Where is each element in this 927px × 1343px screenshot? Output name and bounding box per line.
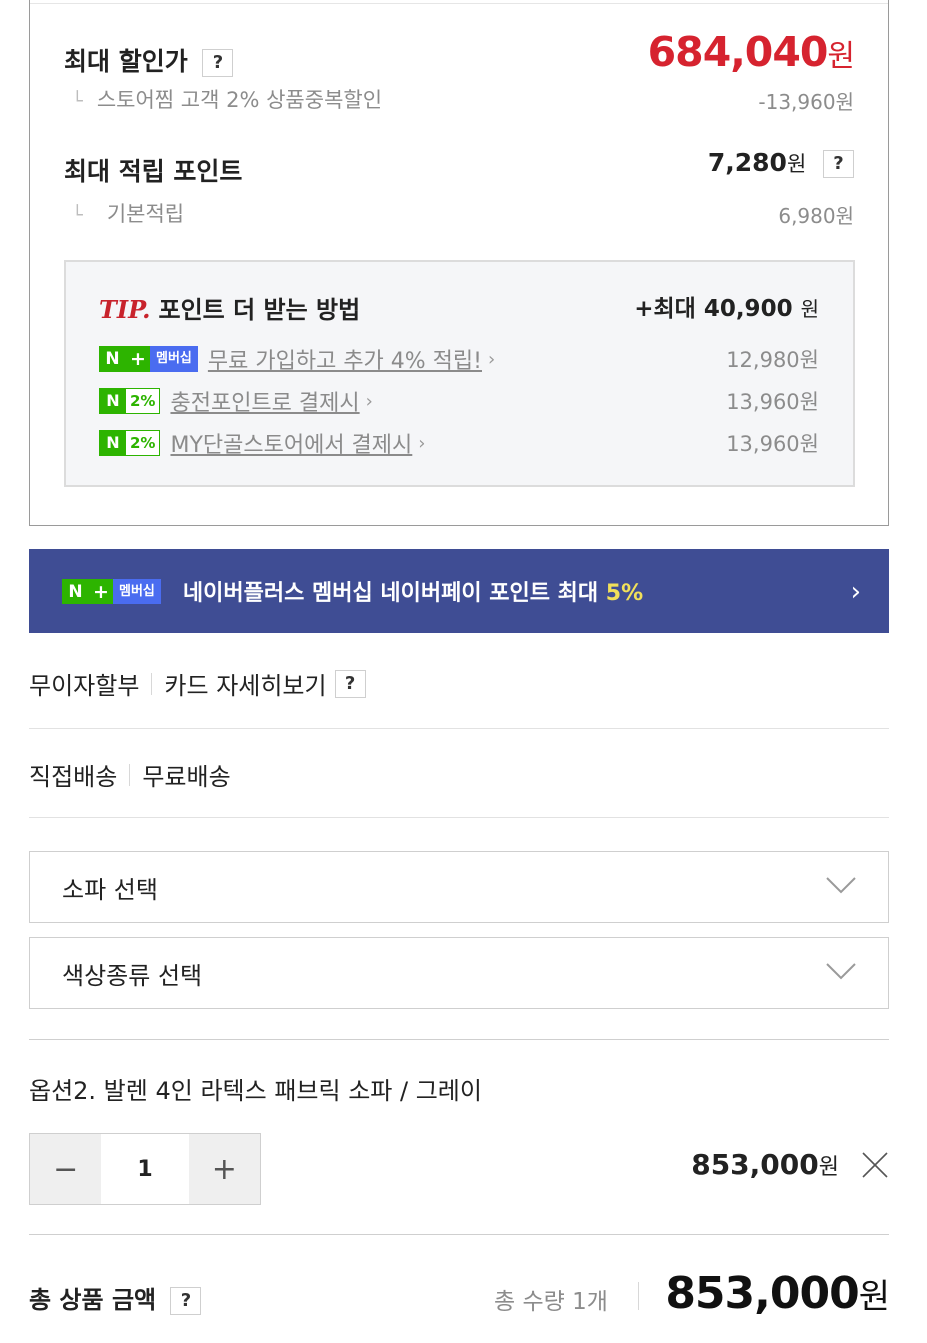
membership-label: 멤버십 [113, 578, 161, 604]
max-discount-label: 최대 할인가 [64, 47, 188, 76]
benefit-box: 최대 할인가 ? 684,040원 └ 스토어찜 고객 2% 상품중복할인 -13… [29, 0, 889, 526]
branch-icon: └ [72, 205, 83, 226]
npay-2pct-badge: N 2% [99, 388, 161, 414]
tip-item-charge-point: N 2% 충전포인트로 결제시 › 13,960원 [99, 386, 819, 416]
tip-box: TIP. 포인트 더 받는 방법 +최대 40,900 원 N + 멤버십 무료 가입… [64, 260, 855, 487]
chevron-down-icon [826, 877, 856, 894]
quantity-minus-button[interactable]: − [30, 1134, 102, 1204]
banner-message: 네이버플러스 멤버십 네이버페이 포인트 최대 [182, 581, 599, 606]
selected-option-price-value: 853,000 [691, 1148, 819, 1181]
installment-label: 무이자할부 [29, 672, 140, 700]
basic-point-label: 기본적립 [106, 202, 185, 226]
chevron-right-icon: › [365, 390, 373, 412]
remove-option-close-icon[interactable] [860, 1150, 890, 1180]
membership-signup-link[interactable]: 무료 가입하고 추가 4% 적립! [208, 343, 482, 375]
chevron-right-icon: › [488, 348, 496, 370]
shipping-row: 직접배송 무료배송 [29, 757, 889, 792]
total-label-text: 총 상품 금액 [29, 1286, 157, 1314]
quantity-stepper: − 1 + [29, 1133, 261, 1205]
divider [638, 1282, 639, 1310]
won-unit: 원 [800, 297, 819, 321]
badge-percent: 2% [126, 389, 160, 413]
tip-item-amount: 13,960원 [726, 432, 819, 456]
chevron-right-icon: › [850, 577, 861, 607]
membership-label: 멤버십 [150, 346, 198, 372]
membership-banner[interactable]: N + 멤버십 네이버플러스 멤버십 네이버페이 포인트 최대 5% › [29, 549, 889, 633]
shipping-fee: 무료배송 [142, 763, 231, 791]
discount-detail-row: └ 스토어찜 고객 2% 상품중복할인 [72, 84, 382, 114]
total-quantity: 총 수량 1개 [494, 1289, 608, 1315]
divider [129, 763, 131, 786]
payment-row: 무이자할부 카드 자세히보기 ? [29, 666, 889, 701]
sofa-select[interactable]: 소파 선택 [29, 851, 889, 923]
divider [29, 817, 889, 818]
tip-title-text: 포인트 더 받는 방법 [158, 296, 361, 324]
divider [29, 1234, 889, 1235]
badge-percent: 2% [126, 431, 160, 455]
card-detail-link[interactable]: 카드 자세히보기 [164, 666, 326, 701]
max-point-label: 최대 적립 포인트 [64, 157, 243, 186]
max-discount-price: 684,040원 [647, 28, 855, 76]
quantity-plus-button[interactable]: + [188, 1134, 260, 1204]
banner-highlight: 5% [605, 581, 644, 606]
selected-option-price: 853,000원 [691, 1148, 839, 1181]
total-price: 853,000원 [665, 1268, 890, 1319]
naver-n-icon: N [62, 578, 89, 604]
divider [29, 728, 889, 729]
shipping-method: 직접배송 [29, 763, 118, 791]
chevron-down-icon [826, 963, 856, 980]
total-help-button[interactable]: ? [170, 1287, 202, 1315]
card-help-button[interactable]: ? [334, 669, 366, 698]
tip-item-amount: 12,980원 [726, 348, 819, 372]
banner-text: 네이버플러스 멤버십 네이버페이 포인트 최대 5% [183, 575, 643, 607]
chevron-right-icon: › [418, 432, 426, 454]
tip-item-amount: 13,960원 [726, 390, 819, 414]
tip-title: TIP. 포인트 더 받는 방법 [99, 290, 360, 325]
my-store-link[interactable]: MY단골스토어에서 결제시 [170, 427, 412, 459]
max-point-number: 7,280 [707, 148, 787, 177]
naver-n-icon: N [100, 389, 126, 413]
color-select[interactable]: 색상종류 선택 [29, 937, 889, 1009]
total-price-value: 853,000 [665, 1268, 859, 1319]
won-unit: 원 [827, 39, 855, 74]
tip-item-membership: N + 멤버십 무료 가입하고 추가 4% 적립! › 12,980원 [99, 344, 819, 374]
divider [30, 3, 888, 4]
discount-detail-amount: -13,960원 [758, 90, 854, 114]
max-point-value: 7,280원 ? [708, 148, 854, 178]
divider [29, 1039, 889, 1040]
max-discount-help-button[interactable]: ? [202, 49, 234, 77]
total-price-label: 총 상품 금액 ? [29, 1280, 202, 1315]
basic-point-amount: 6,980원 [778, 204, 854, 228]
won-unit: 원 [786, 152, 807, 176]
max-discount-price-value: 684,040 [647, 28, 829, 76]
quantity-value[interactable]: 1 [101, 1134, 189, 1204]
npay-2pct-badge: N 2% [99, 430, 161, 456]
branch-icon: └ [72, 91, 83, 112]
tip-word: TIP. [99, 295, 151, 324]
selected-option-title: 옵션2. 발렌 4인 라텍스 패브릭 소파 / 그레이 [29, 1077, 482, 1105]
charge-point-link[interactable]: 충전포인트로 결제시 [170, 385, 359, 417]
discount-detail-label: 스토어찜 고객 2% 상품중복할인 [96, 88, 383, 112]
basic-point-row: └ 기본적립 [72, 198, 184, 228]
plus-icon: + [89, 578, 113, 604]
naver-n-icon: N [99, 346, 126, 372]
plus-icon: + [126, 346, 150, 372]
won-unit: 원 [818, 1155, 839, 1180]
tip-max-value: +최대 40,900 [634, 296, 793, 322]
max-point-help-button[interactable]: ? [823, 150, 854, 178]
won-unit: 원 [858, 1277, 890, 1317]
nplus-membership-badge: N + 멤버십 [62, 578, 161, 604]
divider [151, 672, 153, 695]
naver-n-icon: N [100, 431, 126, 455]
sofa-select-label: 소파 선택 [62, 875, 158, 904]
nplus-membership-badge: N + 멤버십 [99, 346, 198, 372]
tip-max-amount: +최대 40,900 원 [634, 289, 819, 323]
tip-item-my-store: N 2% MY단골스토어에서 결제시 › 13,960원 [99, 428, 819, 458]
color-select-label: 색상종류 선택 [62, 961, 203, 990]
max-discount-row: 최대 할인가 ? [64, 42, 234, 78]
